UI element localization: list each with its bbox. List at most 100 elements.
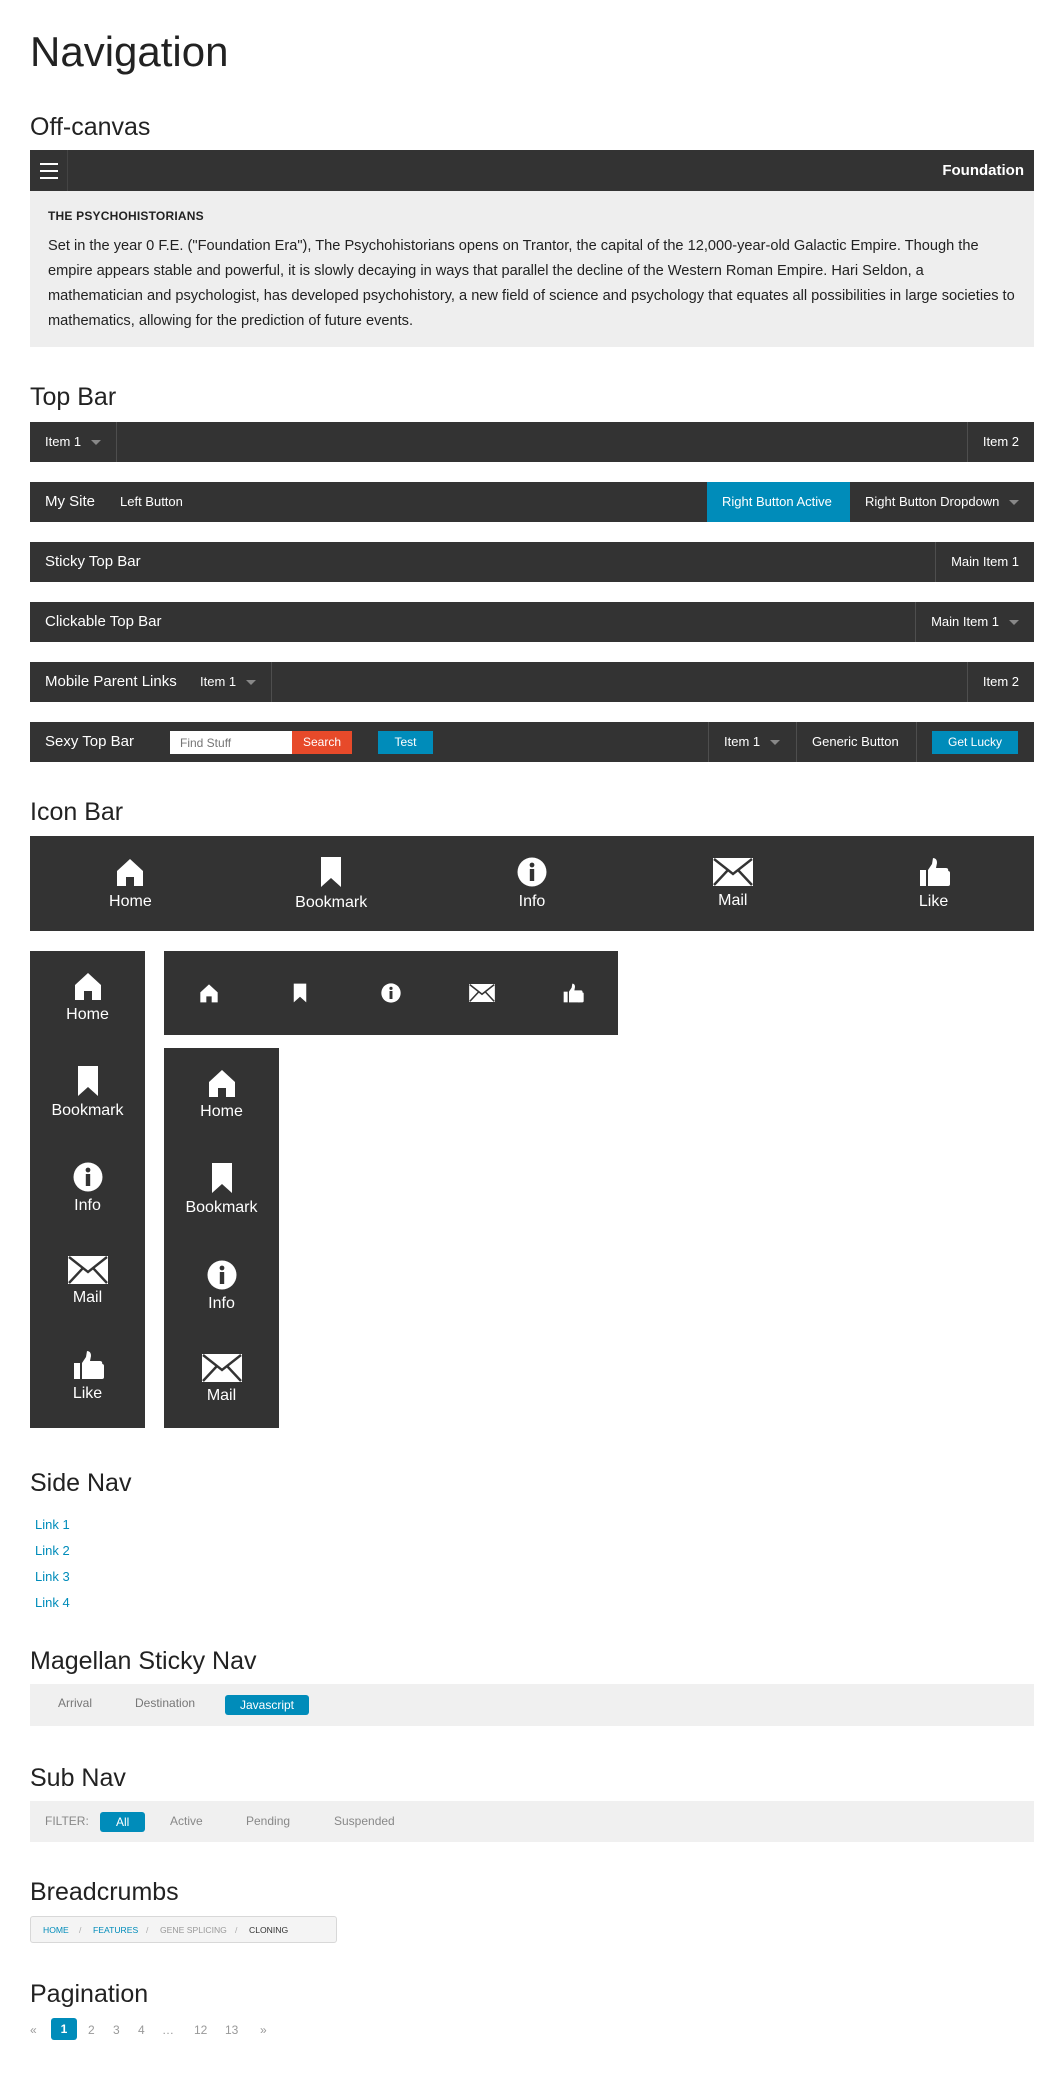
- vbar2-item-bookmark[interactable]: Bookmark: [164, 1162, 279, 1217]
- menu-icon[interactable]: [30, 150, 68, 191]
- small-iconbar-info[interactable]: [346, 951, 437, 1035]
- top-bar-2: My Site Left Button Right Button Active …: [30, 482, 1034, 522]
- breadcrumb-gene-splicing[interactable]: GENE SPLICING: [160, 1925, 227, 1935]
- left-button[interactable]: Left Button: [105, 482, 198, 522]
- vbar1-item-like[interactable]: Like: [30, 1350, 145, 1403]
- breadcrumb-separator: /: [79, 1925, 82, 1935]
- icon-bar-vertical-4: Home Bookmark Info Mail: [164, 1048, 279, 1428]
- icon-bar-horizontal: Home Bookmark Info Mail Like: [30, 836, 1034, 931]
- like-icon: [919, 857, 950, 886]
- breadcrumb-features[interactable]: FEATURES: [93, 1925, 138, 1935]
- breadcrumb-separator: /: [146, 1925, 149, 1935]
- vbar1-label-home: Home: [66, 1006, 109, 1023]
- topbar5-brand[interactable]: Mobile Parent Links: [30, 662, 192, 702]
- pagination-heading: Pagination: [30, 1980, 149, 2008]
- icon-bar-vertical-5: Home Bookmark Info Mail Like: [30, 951, 145, 1428]
- info-icon: [207, 1260, 236, 1290]
- vbar2-item-info[interactable]: Info: [164, 1260, 279, 1313]
- divider: [916, 722, 917, 762]
- topbar1-item2[interactable]: Item 2: [966, 422, 1034, 462]
- side-nav-link-2[interactable]: Link 2: [35, 1543, 70, 1558]
- breadcrumb-separator: /: [235, 1925, 238, 1935]
- vbar1-item-home[interactable]: Home: [30, 971, 145, 1024]
- vbar2-item-mail[interactable]: Mail: [164, 1354, 279, 1405]
- topbar4-main-item[interactable]: Main Item 1: [915, 602, 1034, 642]
- chevron-down-icon: [1009, 500, 1020, 506]
- vbar2-label-bookmark: Bookmark: [185, 1199, 258, 1216]
- magellan-item-destination[interactable]: Destination: [135, 1696, 195, 1710]
- magellan-nav: Arrival Destination Javascript: [30, 1684, 1034, 1726]
- breadcrumbs-heading: Breadcrumbs: [30, 1878, 179, 1906]
- subnav-item-all[interactable]: All: [100, 1812, 146, 1832]
- small-iconbar-mail[interactable]: [436, 951, 527, 1035]
- pagination-page[interactable]: 3: [113, 2023, 120, 2037]
- topbar1-item1-label: Item 1: [45, 434, 82, 449]
- small-iconbar-home[interactable]: [164, 951, 255, 1035]
- pagination-page[interactable]: 2: [88, 2023, 95, 2037]
- subnav-heading: Sub Nav: [30, 1764, 126, 1792]
- pagination-next[interactable]: »: [260, 2023, 267, 2037]
- magellan-item-javascript[interactable]: Javascript: [225, 1695, 310, 1715]
- right-button-dropdown-label: Right Button Dropdown: [865, 494, 1000, 509]
- mail-icon: [468, 984, 495, 1002]
- topbar-heading: Top Bar: [30, 383, 117, 411]
- pagination-prev[interactable]: «: [30, 2023, 37, 2037]
- topbar6-brand[interactable]: Sexy Top Bar: [30, 722, 149, 762]
- search-button[interactable]: Search: [292, 731, 352, 754]
- topbar5-item1-dropdown[interactable]: Item 1: [185, 662, 273, 702]
- topbar3-brand[interactable]: Sticky Top Bar: [30, 542, 156, 582]
- side-nav-link-3[interactable]: Link 3: [35, 1569, 70, 1584]
- iconbar-label-info: Info: [518, 892, 546, 910]
- topbar3-main-item[interactable]: Main Item 1: [935, 542, 1034, 582]
- topbar2-brand[interactable]: My Site: [30, 482, 110, 522]
- magellan-item-arrival[interactable]: Arrival: [58, 1696, 92, 1710]
- side-nav-link-1[interactable]: Link 1: [35, 1517, 70, 1532]
- vbar1-item-mail[interactable]: Mail: [30, 1256, 145, 1307]
- vbar2-item-home[interactable]: Home: [164, 1068, 279, 1121]
- bookmark-icon: [77, 1066, 98, 1096]
- vbar2-label-mail: Mail: [206, 1387, 237, 1404]
- mail-icon: [201, 1354, 242, 1382]
- vbar1-item-bookmark[interactable]: Bookmark: [30, 1065, 145, 1120]
- subnav-item-pending[interactable]: Pending: [246, 1814, 290, 1828]
- bookmark-icon: [321, 856, 342, 887]
- iconbar-item-info[interactable]: Info: [432, 836, 633, 931]
- pagination-page[interactable]: 12: [194, 2023, 207, 2037]
- subnav-item-suspended[interactable]: Suspended: [334, 1814, 395, 1828]
- vbar1-item-info[interactable]: Info: [30, 1162, 145, 1215]
- topbar5-item2[interactable]: Item 2: [966, 662, 1034, 702]
- topbar1-item1-dropdown[interactable]: Item 1: [30, 422, 118, 462]
- get-lucky-button[interactable]: Get Lucky: [932, 731, 1018, 754]
- like-icon: [73, 1351, 104, 1379]
- mail-icon: [712, 857, 753, 886]
- subnav-item-active[interactable]: Active: [170, 1814, 203, 1828]
- side-nav-link-4[interactable]: Link 4: [35, 1595, 70, 1610]
- iconbar-item-home[interactable]: Home: [30, 836, 231, 931]
- right-button-active[interactable]: Right Button Active: [707, 482, 850, 522]
- search-input[interactable]: [170, 731, 292, 754]
- offcanvas-top-bar: Foundation: [30, 150, 1034, 191]
- info-icon: [381, 983, 401, 1003]
- info-icon: [73, 1162, 102, 1192]
- breadcrumb-cloning: CLONING: [249, 1925, 289, 1935]
- iconbar-item-like[interactable]: Like: [833, 836, 1034, 931]
- iconbar-item-bookmark[interactable]: Bookmark: [231, 836, 432, 931]
- iconbar-item-mail[interactable]: Mail: [632, 836, 833, 931]
- offcanvas-bar-title: Foundation: [942, 162, 1024, 179]
- right-button-dropdown[interactable]: Right Button Dropdown: [850, 482, 1034, 522]
- topbar6-item1-dropdown[interactable]: Item 1: [708, 722, 795, 762]
- pagination-page[interactable]: 4: [138, 2023, 145, 2037]
- vbar1-label-bookmark: Bookmark: [51, 1102, 124, 1119]
- chevron-down-icon: [246, 680, 257, 686]
- vbar1-label-info: Info: [74, 1197, 101, 1214]
- small-iconbar-like[interactable]: [527, 951, 618, 1035]
- pagination-page-current[interactable]: 1: [51, 2018, 77, 2040]
- small-iconbar-bookmark[interactable]: [255, 951, 346, 1035]
- generic-button[interactable]: Generic Button: [796, 722, 916, 762]
- breadcrumb-home[interactable]: HOME: [43, 1925, 69, 1935]
- bookmark-icon: [211, 1163, 232, 1193]
- topbar4-brand[interactable]: Clickable Top Bar: [30, 602, 176, 642]
- test-button[interactable]: Test: [378, 731, 433, 754]
- chevron-down-icon: [91, 440, 102, 446]
- pagination-page[interactable]: 13: [225, 2023, 238, 2037]
